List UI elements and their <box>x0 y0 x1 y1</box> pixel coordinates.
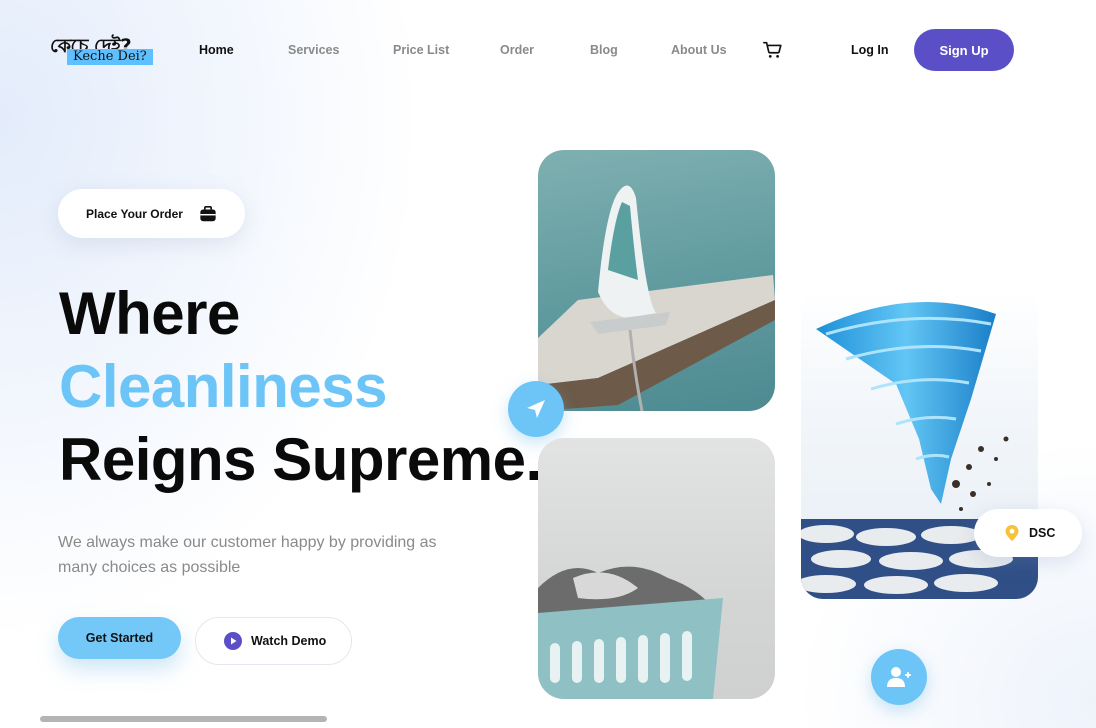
nav-blog[interactable]: Blog <box>590 43 618 57</box>
logo-english-text: Keche Dei? <box>67 49 153 65</box>
laundry-basket-illustration <box>538 566 723 699</box>
location-pin-icon <box>1005 525 1019 541</box>
location-badge: DSC <box>974 509 1082 557</box>
briefcase-icon <box>200 205 216 221</box>
watch-demo-button[interactable]: Watch Demo <box>195 617 352 665</box>
nav-price-list[interactable]: Price List <box>393 43 449 57</box>
laundry-basket-photo <box>538 438 775 699</box>
get-started-button[interactable]: Get Started <box>58 617 181 659</box>
nav-about-us[interactable]: About Us <box>671 43 727 57</box>
signup-button[interactable]: Sign Up <box>914 29 1014 71</box>
add-user-button[interactable] <box>871 649 927 705</box>
hero-description: We always make our customer happy by pro… <box>58 534 437 576</box>
add-user-icon <box>887 667 911 687</box>
cart-icon[interactable] <box>762 39 784 61</box>
horizontal-scrollbar[interactable] <box>40 716 327 722</box>
headline-line-3: Reigns Supreme. <box>59 426 542 493</box>
iron-illustration <box>538 185 775 411</box>
place-order-label: Place Your Order <box>86 206 183 221</box>
place-order-badge[interactable]: Place Your Order <box>58 189 245 238</box>
login-link[interactable]: Log In <box>851 43 889 57</box>
nav-order[interactable]: Order <box>500 43 534 57</box>
send-button[interactable] <box>508 381 564 437</box>
nav-home[interactable]: Home <box>199 43 234 57</box>
headline-line-2: Cleanliness <box>59 353 388 420</box>
send-icon <box>527 400 545 418</box>
watch-demo-label: Watch Demo <box>251 634 327 648</box>
play-icon <box>224 632 242 650</box>
nav-services[interactable]: Services <box>288 43 339 57</box>
iron-photo <box>538 150 775 411</box>
logo[interactable]: কেচে দেই? Keche Dei? <box>48 32 160 68</box>
location-label: DSC <box>1029 526 1056 540</box>
headline-line-1: Where <box>59 280 240 347</box>
